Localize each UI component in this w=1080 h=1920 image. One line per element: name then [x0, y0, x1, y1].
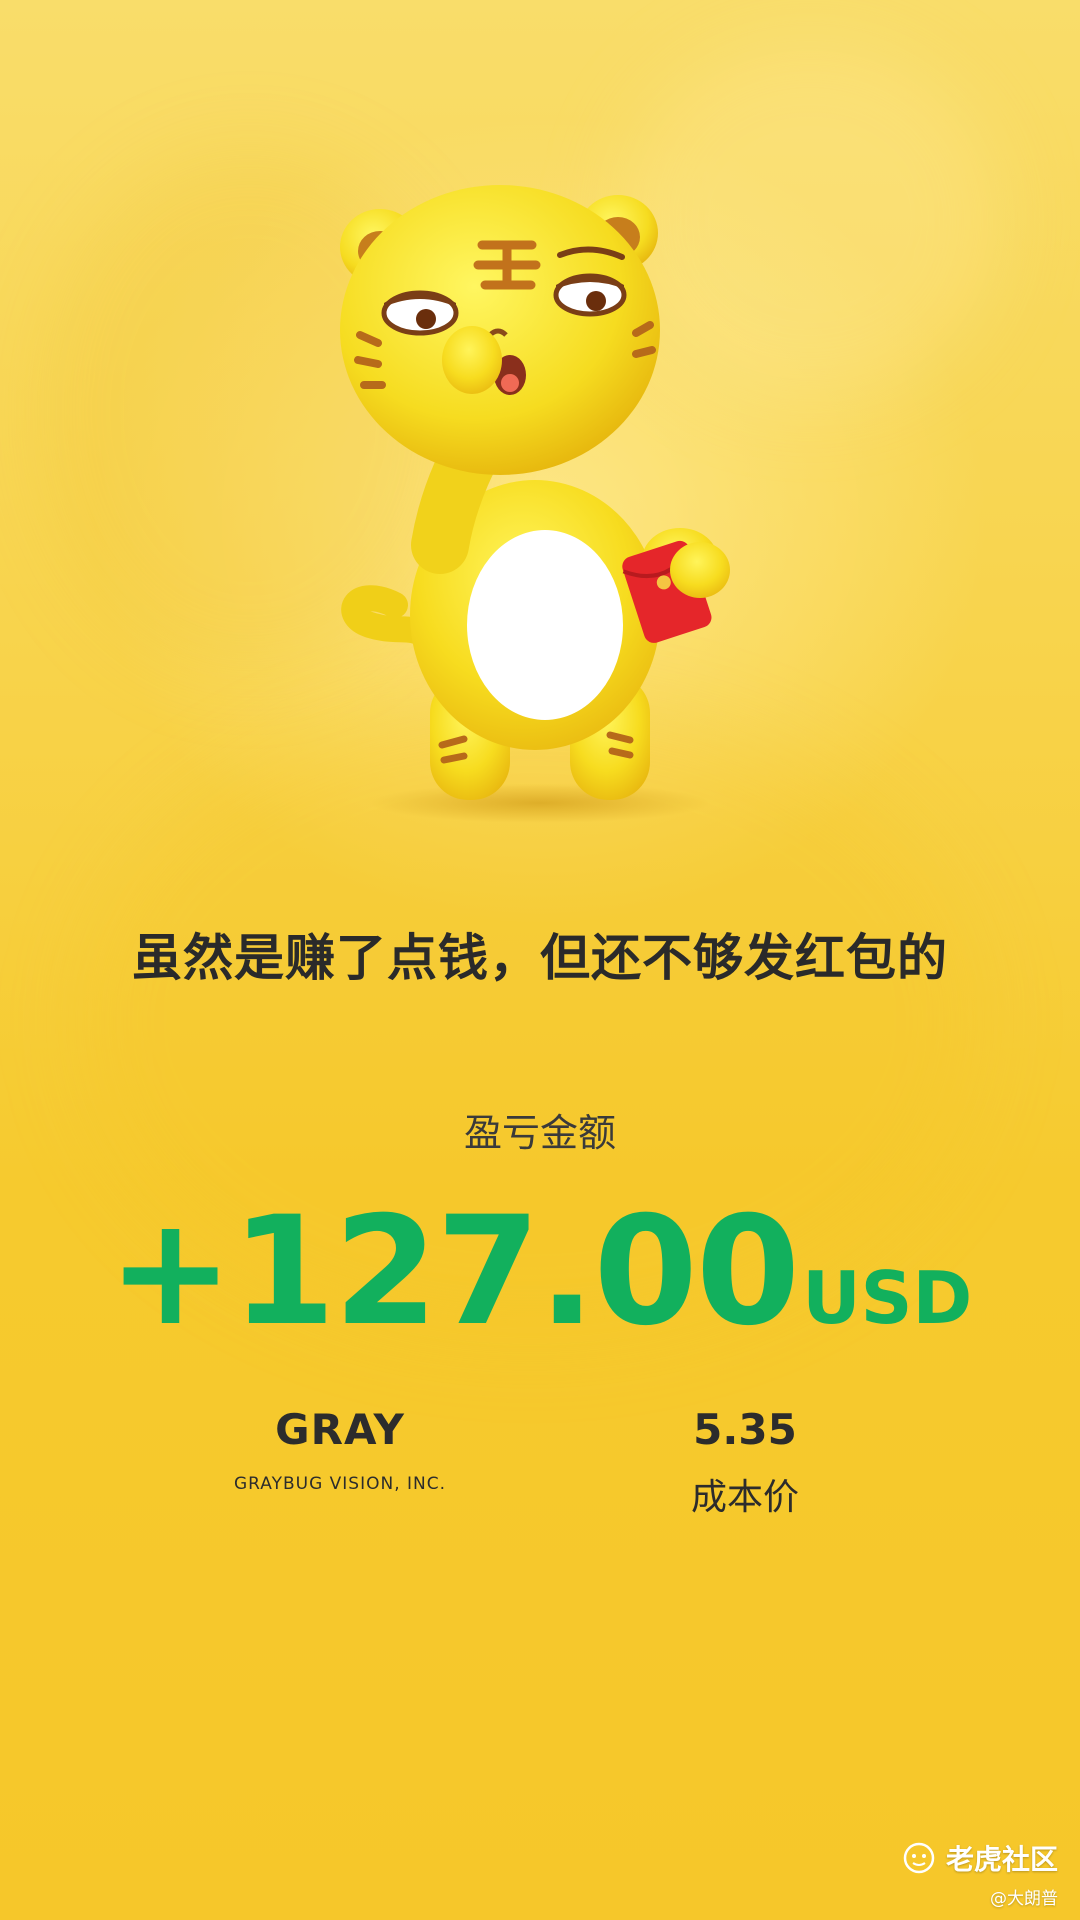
watermark: 老虎社区	[902, 1838, 1058, 1878]
cost-price-value: 5.35	[693, 1405, 797, 1454]
stock-company-name: GRAYBUG VISION, INC.	[233, 1474, 447, 1494]
stock-info: GRAY GRAYBUG VISION, INC.	[190, 1405, 490, 1494]
watermark-user: @大朗普	[990, 1889, 1058, 1909]
pnl-amount: +127.00USD	[0, 1185, 1080, 1359]
stock-ticker: GRAY	[275, 1405, 405, 1454]
tiger-logo-icon	[903, 1842, 935, 1874]
pnl-currency: USD	[802, 1256, 973, 1340]
cost-price-label: 成本价	[690, 1477, 799, 1518]
tiger-mascot-icon	[340, 185, 730, 823]
pnl-label: 盈亏金额	[463, 1111, 616, 1155]
share-card: 虽然是赚了点钱，但还不够发红包的 盈亏金额 +127.00USD GRAY GR…	[0, 0, 1080, 1920]
headline-text: 虽然是赚了点钱，但还不够发红包的	[132, 929, 948, 987]
pnl-amount-value: +127.00	[107, 1185, 801, 1359]
cost-info: 5.35 成本价	[600, 1405, 890, 1520]
watermark-brand: 老虎社区	[945, 1843, 1058, 1876]
